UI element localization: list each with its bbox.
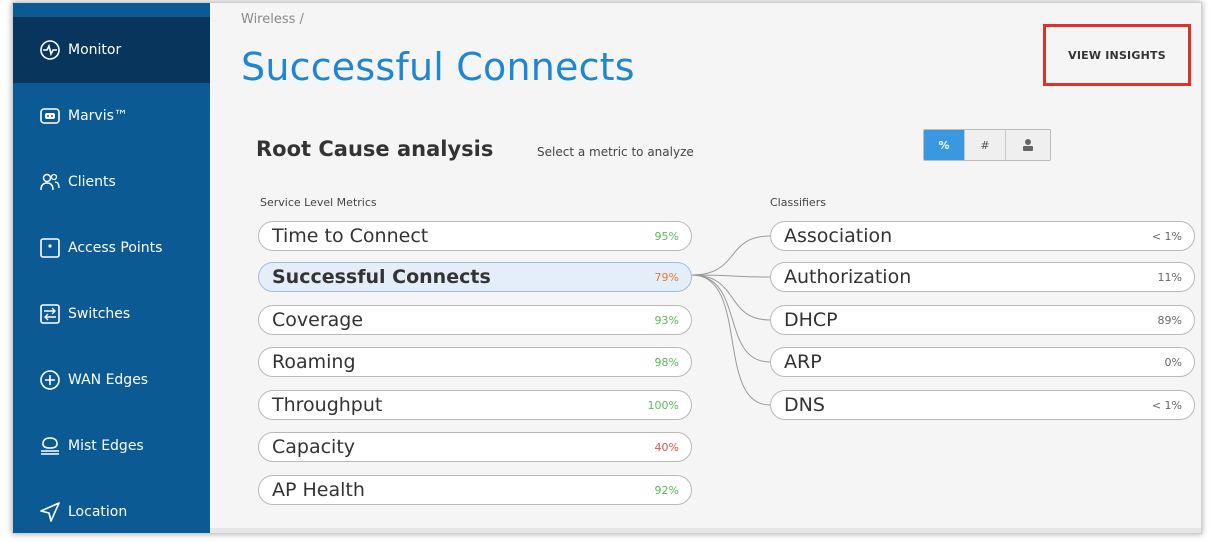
- sidebar-item-location[interactable]: Location: [13, 479, 210, 533]
- classifier-label: Association: [784, 225, 893, 247]
- sidebar-item-access-points[interactable]: Access Points: [13, 215, 210, 281]
- classifier-value: 0%: [1164, 355, 1182, 369]
- classifier-value: < 1%: [1151, 229, 1182, 243]
- metric-label: AP Health: [272, 479, 365, 501]
- sidebar-item-clients[interactable]: Clients: [13, 149, 210, 215]
- divider: [210, 528, 1201, 533]
- clients-icon: [39, 171, 61, 193]
- metric-successful-connects[interactable]: Successful Connects 79%: [258, 262, 692, 292]
- metric-value: 95%: [654, 229, 679, 243]
- monitor-pulse-icon: [39, 39, 61, 61]
- sidebar-item-mist-edges[interactable]: Mist Edges: [13, 413, 210, 479]
- sidebar-item-marvis[interactable]: Marvis™: [13, 83, 210, 149]
- metric-throughput[interactable]: Throughput 100%: [258, 390, 692, 420]
- metric-label: Roaming: [272, 351, 356, 373]
- sidebar-item-label: Monitor: [68, 42, 122, 58]
- sidebar-item-monitor[interactable]: Monitor: [13, 17, 210, 83]
- sidebar-item-label: Access Points: [68, 240, 163, 256]
- metric-value: 98%: [654, 355, 679, 369]
- metrics-column-label: Service Level Metrics: [260, 196, 377, 209]
- metric-coverage[interactable]: Coverage 93%: [258, 305, 692, 335]
- sidebar-item-label: Switches: [68, 306, 131, 322]
- rca-subtitle: Select a metric to analyze: [537, 145, 694, 159]
- sidebar: Monitor Marvis™ Clients Access Points Sw…: [13, 3, 210, 533]
- app-window: Monitor Marvis™ Clients Access Points Sw…: [12, 2, 1202, 534]
- percent-toggle-button[interactable]: %: [924, 130, 965, 160]
- metric-label: Capacity: [272, 436, 356, 458]
- metric-roaming[interactable]: Roaming 98%: [258, 347, 692, 377]
- sidebar-item-wan-edges[interactable]: WAN Edges: [13, 347, 210, 413]
- classifier-authorization[interactable]: Authorization 11%: [770, 262, 1195, 292]
- metric-unit-toggle: % #: [923, 129, 1051, 161]
- sidebar-item-label: Location: [68, 504, 128, 520]
- classifier-association[interactable]: Association < 1%: [770, 221, 1195, 251]
- wan-edge-icon: [39, 369, 61, 391]
- sidebar-item-label: Marvis™: [68, 108, 128, 124]
- classifier-dhcp[interactable]: DHCP 89%: [770, 305, 1195, 335]
- classifier-dns[interactable]: DNS < 1%: [770, 390, 1195, 420]
- user-toggle-button[interactable]: [1006, 130, 1050, 160]
- rca-title: Root Cause analysis: [256, 137, 494, 161]
- sidebar-item-label: Mist Edges: [68, 438, 144, 454]
- user-icon: [1023, 139, 1033, 151]
- metric-time-to-connect[interactable]: Time to Connect 95%: [258, 221, 692, 251]
- sidebar-item-label: Clients: [68, 174, 116, 190]
- metric-value: 40%: [654, 440, 679, 454]
- metric-label: Successful Connects: [272, 266, 491, 288]
- classifier-value: < 1%: [1151, 398, 1182, 412]
- metric-label: Throughput: [272, 394, 383, 416]
- mist-edge-icon: [39, 435, 61, 457]
- classifier-value: 11%: [1157, 270, 1182, 284]
- count-toggle-button[interactable]: #: [965, 130, 1006, 160]
- location-icon: [39, 501, 61, 523]
- classifier-label: ARP: [784, 351, 822, 373]
- classifier-label: Authorization: [784, 266, 912, 288]
- access-point-icon: [39, 237, 61, 259]
- classifier-label: DHCP: [784, 309, 838, 331]
- switch-icon: [39, 303, 61, 325]
- sidebar-item-label: WAN Edges: [68, 372, 149, 388]
- classifier-label: DNS: [784, 394, 825, 416]
- metric-label: Coverage: [272, 309, 364, 331]
- page-title: Successful Connects: [241, 45, 635, 89]
- view-insights-button[interactable]: VIEW INSIGHTS: [1043, 24, 1191, 86]
- sidebar-item-switches[interactable]: Switches: [13, 281, 210, 347]
- metric-value: 100%: [647, 398, 679, 412]
- metric-ap-health[interactable]: AP Health 92%: [258, 475, 692, 505]
- metric-value: 92%: [654, 483, 679, 497]
- metric-value: 93%: [654, 313, 679, 327]
- breadcrumb[interactable]: Wireless /: [241, 12, 304, 27]
- metric-value: 79%: [654, 270, 679, 284]
- marvis-icon: [39, 105, 61, 127]
- classifier-arp[interactable]: ARP 0%: [770, 347, 1195, 377]
- main-content: Wireless / Successful Connects VIEW INSI…: [210, 3, 1201, 533]
- metric-label: Time to Connect: [272, 225, 429, 247]
- classifier-value: 89%: [1157, 313, 1182, 327]
- metric-capacity[interactable]: Capacity 40%: [258, 432, 692, 462]
- classifiers-column-label: Classifiers: [770, 196, 826, 209]
